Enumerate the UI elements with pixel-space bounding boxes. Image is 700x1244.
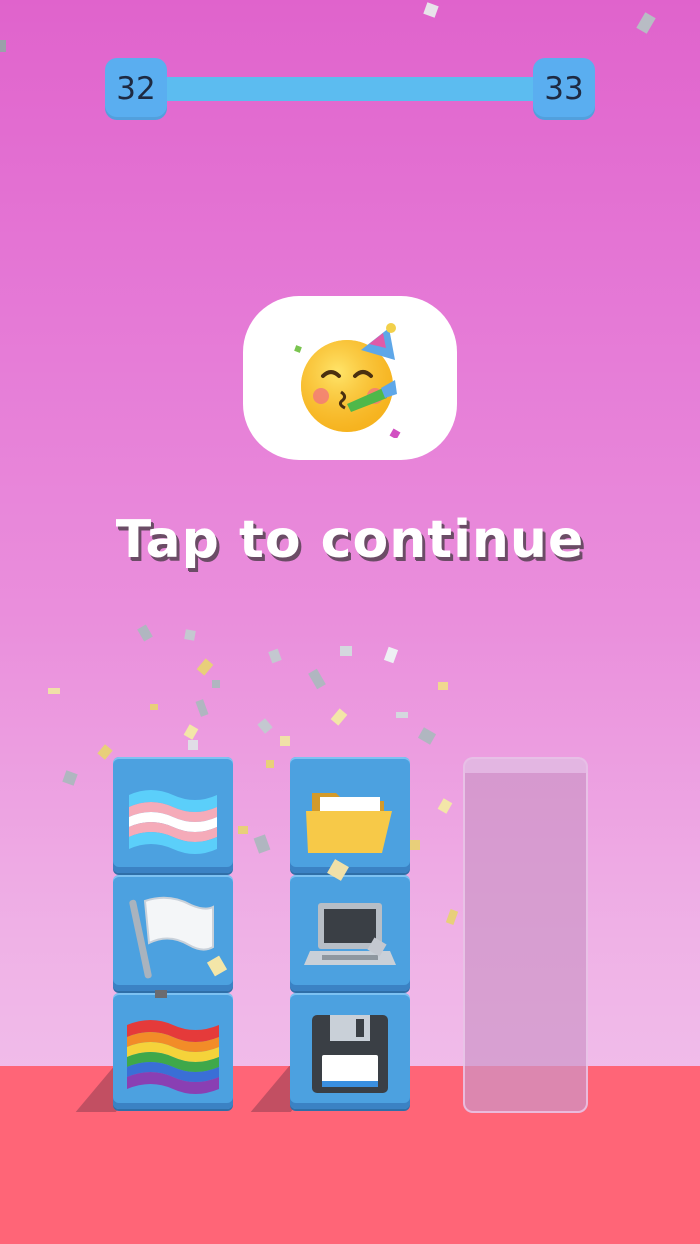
confetti <box>150 704 158 710</box>
rainbow-flag-icon <box>127 1020 219 1094</box>
stack-1[interactable] <box>113 757 233 1111</box>
current-level-badge: 32 <box>105 58 167 120</box>
open-folder-icon <box>306 793 392 853</box>
stack-3[interactable] <box>463 757 588 1113</box>
confetti <box>184 629 196 641</box>
tile-rainbow-flag[interactable] <box>113 993 233 1109</box>
confetti <box>410 840 420 850</box>
stack-2[interactable] <box>290 757 410 1111</box>
confetti <box>48 688 60 694</box>
tile-floppy-disk[interactable] <box>290 993 410 1109</box>
confetti <box>280 736 290 746</box>
confetti <box>396 712 408 718</box>
result-card <box>243 296 457 460</box>
transgender-flag-icon <box>129 790 217 854</box>
floppy-disk-icon <box>312 1015 388 1093</box>
white-flag-icon <box>129 896 214 979</box>
laptop-icon <box>304 903 396 965</box>
level-progress-bar <box>150 77 550 101</box>
confetti <box>212 680 220 688</box>
confetti <box>238 826 248 834</box>
tile-laptop[interactable] <box>290 875 410 991</box>
confetti <box>438 682 448 690</box>
confetti <box>155 990 167 998</box>
partying-face-icon <box>294 323 401 438</box>
confetti <box>188 740 198 750</box>
next-level-badge: 33 <box>533 58 595 120</box>
empty-slot-top <box>463 757 588 773</box>
tile-open-folder[interactable] <box>290 757 410 873</box>
confetti <box>0 40 6 52</box>
tile-transgender-flag[interactable] <box>113 757 233 873</box>
confetti <box>266 760 274 768</box>
tap-to-continue-prompt[interactable]: Tap to continue <box>0 510 700 570</box>
confetti <box>340 646 352 656</box>
